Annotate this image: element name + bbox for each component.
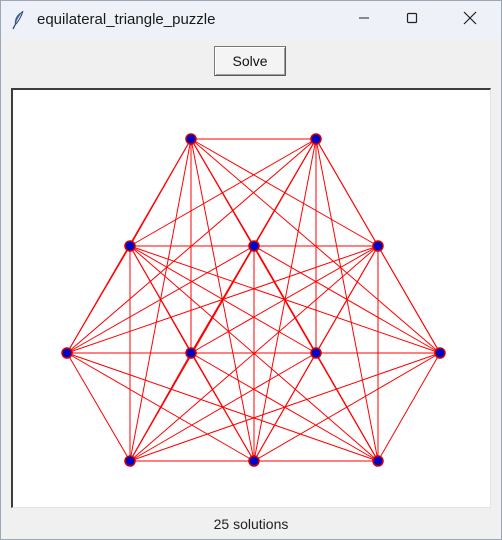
minimize-icon: [358, 11, 370, 29]
peg-node[interactable]: [124, 455, 136, 467]
feather-icon: [11, 10, 27, 30]
peg-node[interactable]: [185, 347, 197, 359]
peg-node[interactable]: [248, 240, 260, 252]
minimize-button[interactable]: [341, 1, 387, 39]
connection-line: [66, 245, 131, 354]
peg-node[interactable]: [248, 455, 260, 467]
connection-line: [66, 245, 255, 354]
maximize-icon: [406, 11, 418, 29]
title-bar[interactable]: equilateral_triangle_puzzle: [1, 1, 501, 39]
connection-line: [66, 352, 131, 462]
connection-line: [129, 352, 317, 462]
connection-line: [66, 245, 379, 354]
connection-line: [129, 138, 317, 247]
puzzle-canvas[interactable]: [11, 88, 491, 508]
connection-line: [377, 352, 441, 462]
peg-node[interactable]: [372, 240, 384, 252]
close-button[interactable]: [447, 1, 493, 39]
solve-button[interactable]: Solve: [214, 46, 286, 76]
puzzle-board: [61, 133, 446, 467]
connection-line: [129, 352, 441, 462]
peg-node[interactable]: [310, 347, 322, 359]
peg-node[interactable]: [310, 133, 322, 145]
peg-node[interactable]: [434, 347, 446, 359]
maximize-button[interactable]: [389, 1, 435, 39]
connection-line: [253, 352, 441, 462]
connection-line: [129, 352, 192, 462]
window-title: equilateral_triangle_puzzle: [37, 11, 216, 28]
peg-node[interactable]: [185, 133, 197, 145]
connection-line: [377, 245, 441, 354]
close-icon: [463, 11, 477, 30]
app-window: equilateral_triangle_puzzle Solve: [0, 0, 502, 540]
peg-node[interactable]: [61, 347, 73, 359]
peg-node[interactable]: [372, 455, 384, 467]
status-label: 25 solutions: [213, 516, 289, 532]
connection-line: [190, 245, 379, 354]
peg-node[interactable]: [124, 240, 136, 252]
